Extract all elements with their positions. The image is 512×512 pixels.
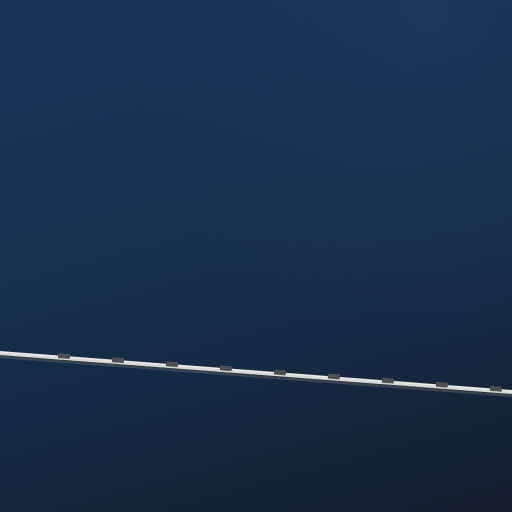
rail-segment [219, 365, 233, 372]
rail-segment [435, 381, 449, 388]
scene-canvas [0, 0, 512, 512]
rail-segment [489, 385, 503, 392]
rail-base [0, 351, 512, 394]
rail-segment [327, 373, 341, 380]
rail-segment [165, 361, 179, 368]
rail-segment [111, 357, 125, 363]
rail-highlight [0, 351, 512, 392]
rail-segment [57, 353, 71, 359]
rail-wrap [0, 0, 512, 512]
rail-segment [381, 377, 395, 384]
rail-segment [273, 369, 287, 376]
diagonal-rail [0, 351, 512, 397]
